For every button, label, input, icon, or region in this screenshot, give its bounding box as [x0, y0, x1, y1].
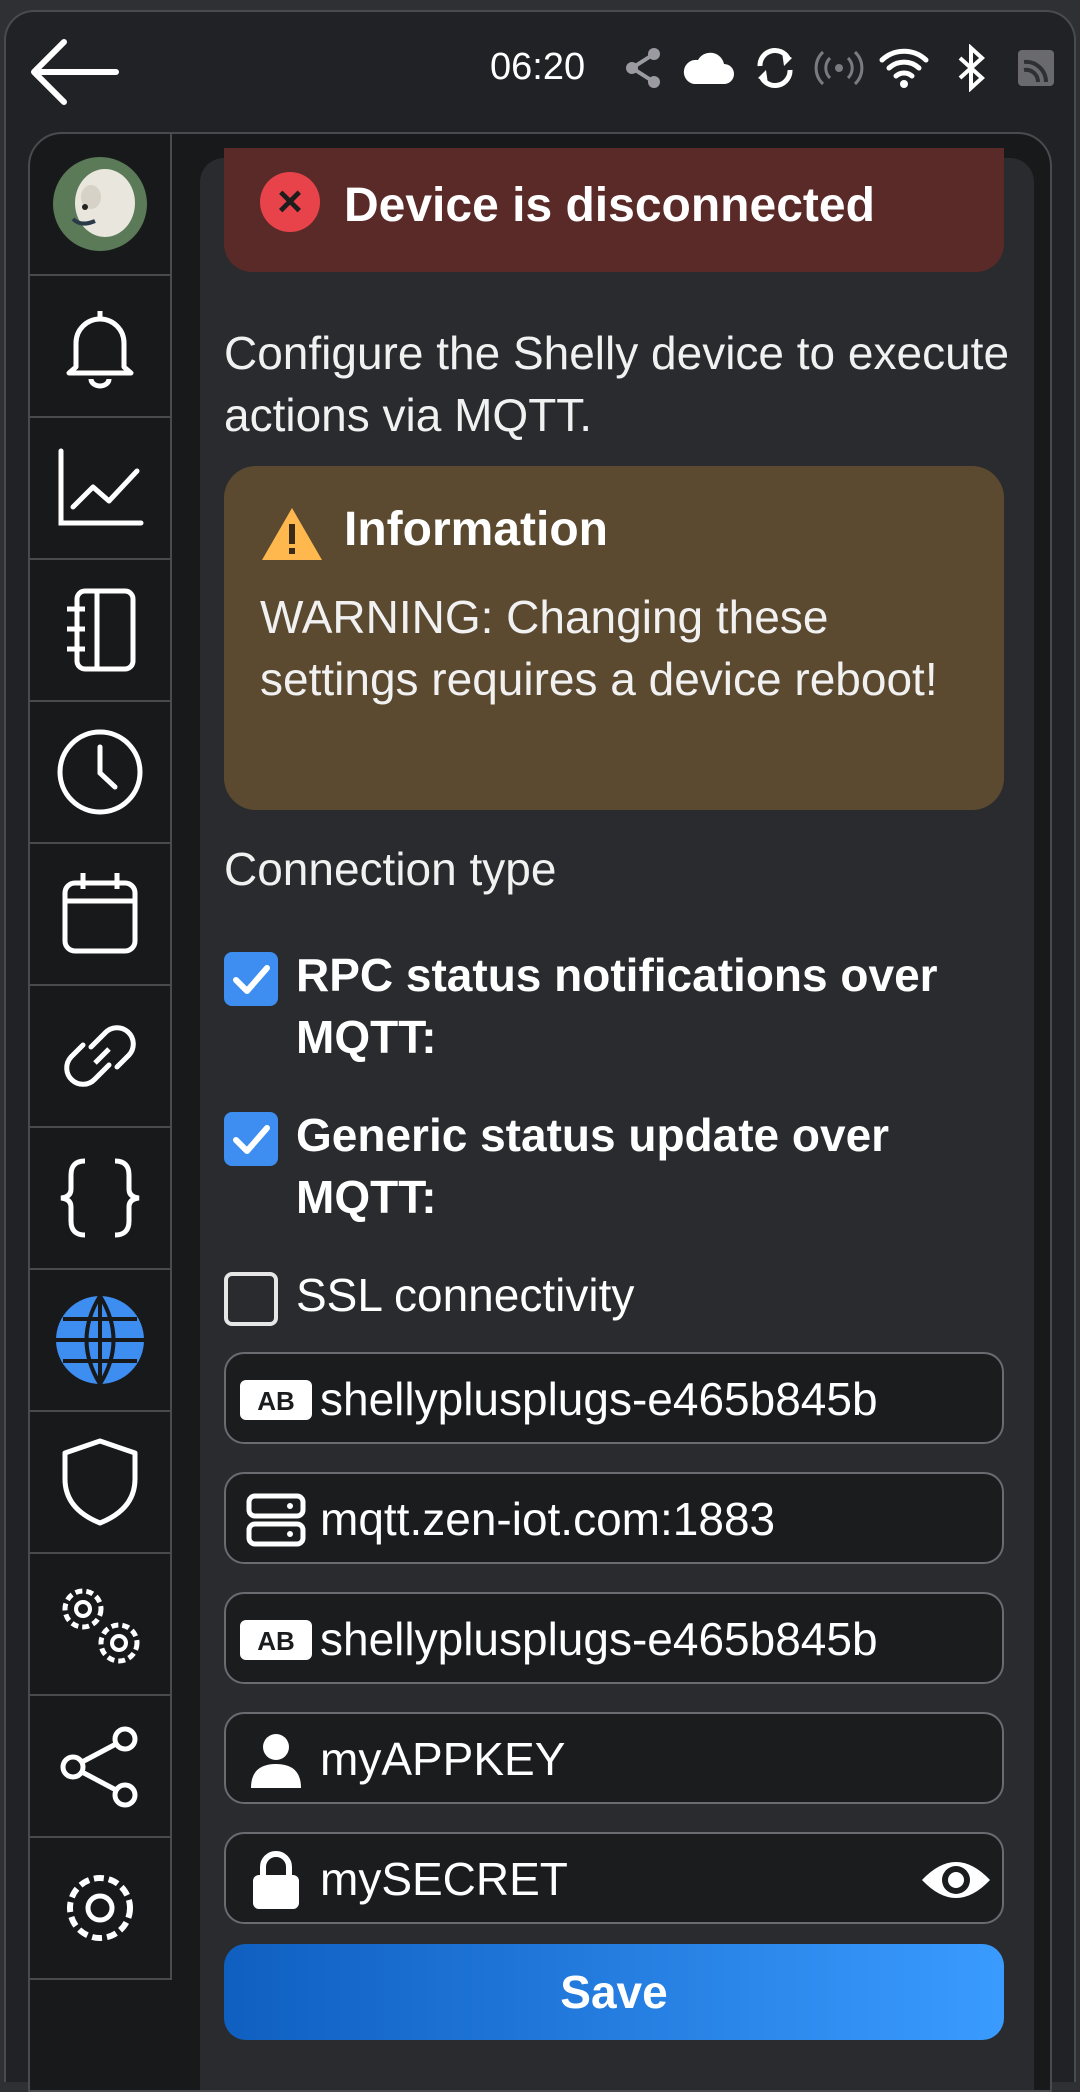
connection-type-label: Connection type: [224, 843, 557, 895]
status-time: 06:20: [490, 46, 586, 88]
error-banner-text: Device is disconnected: [344, 179, 875, 232]
share-status-icon: [626, 48, 660, 88]
server-field[interactable]: [224, 1472, 1004, 1564]
back-arrow-icon[interactable]: [28, 34, 120, 110]
bluetooth-icon: [958, 44, 985, 92]
sidebar-item-links[interactable]: [30, 986, 172, 1128]
main-panel: × Device is disconnected Configure the S…: [28, 132, 1052, 2092]
info-body: WARNING: Changing these settings require…: [260, 591, 938, 705]
sidebar-item-advanced[interactable]: [30, 1554, 172, 1696]
link-icon: [64, 1025, 136, 1087]
avatar: [53, 157, 147, 251]
ssl-label: SSL connectivity: [296, 1269, 635, 1321]
client-id-field[interactable]: AB: [224, 1352, 1004, 1444]
globe-icon: [56, 1294, 144, 1386]
client-id-input[interactable]: [320, 1368, 960, 1430]
sidebar-item-security[interactable]: [30, 1412, 172, 1554]
topic-prefix-field[interactable]: AB: [224, 1592, 1004, 1684]
text-ab-icon: AB: [238, 1612, 314, 1668]
sidebar-item-calendar[interactable]: [30, 844, 172, 986]
user-icon: [238, 1732, 314, 1788]
sidebar-item-scripts[interactable]: [30, 1128, 172, 1270]
intro-text: Configure the Shelly device to execute a…: [224, 327, 1010, 441]
eye-icon[interactable]: [920, 1850, 992, 1910]
sidebar-rail: [172, 134, 202, 2090]
chart-icon: [58, 448, 144, 526]
wifi-icon: [879, 48, 929, 88]
save-button[interactable]: Save: [224, 1944, 1004, 2040]
text-ab-icon: AB: [238, 1372, 314, 1428]
settings-content: × Device is disconnected Configure the S…: [200, 148, 1034, 2090]
ssl-checkbox[interactable]: [224, 1272, 278, 1326]
gears-icon: [62, 1588, 140, 1664]
sidebar: [30, 134, 174, 2090]
sidebar-item-schedules[interactable]: [30, 702, 172, 844]
info-title: Information: [344, 503, 608, 556]
sync-icon: [757, 47, 793, 89]
error-banner: × Device is disconnected: [224, 148, 1004, 272]
sidebar-item-share[interactable]: [30, 1696, 172, 1838]
top-bar: 06:20: [0, 0, 1080, 130]
cloud-icon: [683, 52, 734, 84]
check-icon: [233, 965, 270, 994]
password-field[interactable]: [224, 1832, 1004, 1924]
username-input[interactable]: [320, 1728, 960, 1790]
sidebar-item-logs[interactable]: [30, 560, 172, 702]
rpc-status-checkbox[interactable]: [224, 952, 278, 1006]
username-field[interactable]: [224, 1712, 1004, 1804]
calendar-icon: [62, 873, 138, 954]
sidebar-item-charts[interactable]: [30, 418, 172, 560]
rpc-status-label: RPC status notifications over MQTT:: [296, 949, 938, 1063]
sidebar-item-settings[interactable]: [30, 1838, 172, 1980]
sidebar-item-profile[interactable]: [30, 134, 172, 276]
topic-prefix-input[interactable]: [320, 1608, 960, 1670]
lock-icon: [238, 1851, 314, 1909]
warning-icon: [262, 508, 322, 560]
check-icon: [233, 1125, 270, 1154]
sidebar-item-notifications[interactable]: [30, 276, 172, 418]
broadcast-icon: [814, 50, 864, 86]
braces-icon: [60, 1158, 140, 1238]
bell-icon: [66, 311, 134, 389]
clock-icon: [57, 729, 143, 815]
password-input[interactable]: [320, 1848, 960, 1910]
share-icon: [60, 1726, 138, 1808]
svg-text:AB: AB: [257, 1386, 295, 1416]
sidebar-item-network[interactable]: [30, 1270, 172, 1412]
server-input[interactable]: [320, 1488, 960, 1550]
server-icon: [238, 1492, 314, 1548]
generic-status-checkbox[interactable]: [224, 1112, 278, 1166]
notebook-icon: [67, 588, 136, 672]
svg-text:AB: AB: [257, 1626, 295, 1656]
settings-icon: [67, 1875, 133, 1941]
shield-icon: [62, 1438, 138, 1526]
rss-icon: [1018, 50, 1054, 86]
generic-status-label: Generic status update over MQTT:: [296, 1109, 890, 1223]
error-icon: ×: [260, 172, 320, 232]
info-box: Information WARNING: Changing these sett…: [224, 466, 1004, 810]
